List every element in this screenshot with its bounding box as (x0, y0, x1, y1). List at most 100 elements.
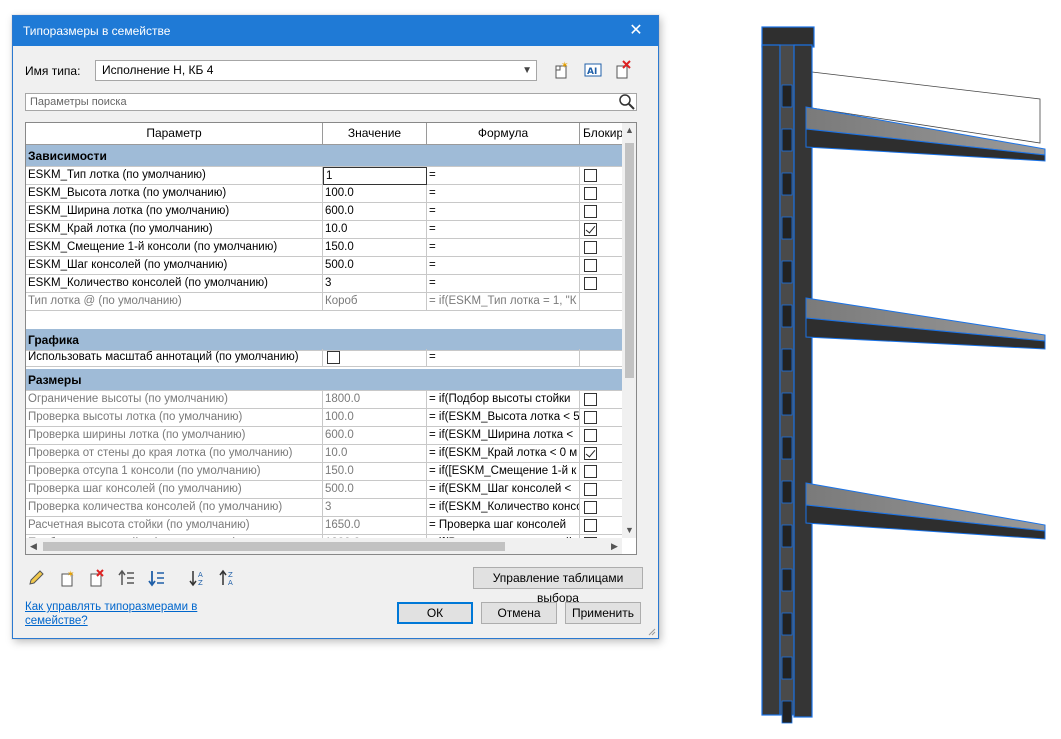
column-header-parameter[interactable]: Параметр (26, 123, 323, 145)
lock-cell[interactable] (580, 517, 622, 535)
formula-cell[interactable]: = if([ESKM_Смещение 1-й к (427, 463, 580, 481)
value-cell[interactable]: 500.0 (323, 257, 427, 275)
lock-checkbox[interactable] (584, 277, 597, 290)
new-type-icon[interactable]: ✶ (551, 60, 571, 80)
hscroll-thumb[interactable] (43, 542, 505, 551)
apply-button[interactable]: Применить (565, 602, 641, 624)
formula-cell[interactable]: = if(ESKM_Высота лотка < 5 (427, 409, 580, 427)
lock-checkbox[interactable] (584, 259, 597, 272)
scroll-thumb[interactable] (625, 143, 634, 378)
sort-ascending-icon[interactable]: A Z (189, 569, 209, 587)
scroll-down-icon[interactable]: ▼ (622, 523, 636, 538)
value-cell[interactable]: 10.0 (323, 445, 427, 463)
lock-cell[interactable] (580, 499, 622, 517)
value-cell[interactable]: 1650.0 (323, 517, 427, 535)
table-row[interactable]: Использовать масштаб аннотаций (по умолч… (26, 349, 622, 367)
formula-cell[interactable]: = (427, 349, 580, 367)
table-row[interactable]: Проверка количества консолей (по умолчан… (26, 499, 622, 517)
delete-type-icon[interactable] (613, 60, 633, 80)
formula-cell[interactable]: = if(ESKM_Количество консо (427, 499, 580, 517)
scroll-left-icon[interactable]: ◀ (26, 538, 41, 554)
table-row[interactable]: ESKM_Количество консолей (по умолчанию) 3… (26, 275, 622, 293)
lock-checkbox[interactable] (584, 465, 597, 478)
group-header-dependencies[interactable]: Зависимости (26, 145, 622, 167)
group-header-graphics[interactable]: Графика (26, 329, 622, 351)
formula-cell[interactable]: = (427, 275, 580, 293)
value-cell[interactable]: 100.0 (323, 185, 427, 203)
column-header-lock[interactable]: Блокир (580, 123, 623, 145)
lock-checkbox[interactable] (584, 519, 597, 532)
cancel-button[interactable]: Отмена (481, 602, 557, 624)
formula-cell[interactable]: = (427, 221, 580, 239)
lock-checkbox[interactable] (584, 169, 597, 182)
search-input[interactable]: Параметры поиска (25, 93, 637, 111)
lock-cell[interactable] (580, 427, 622, 445)
formula-cell[interactable]: = if(ESKM_Шаг консолей < (427, 481, 580, 499)
annotation-scale-checkbox[interactable] (327, 351, 340, 364)
value-cell[interactable]: 100.0 (323, 409, 427, 427)
rename-type-icon[interactable]: AI (583, 60, 603, 80)
table-row[interactable]: ESKM_Шаг консолей (по умолчанию) 500.0 = (26, 257, 622, 275)
table-row[interactable]: Проверка ширины лотка (по умолчанию) 600.… (26, 427, 622, 445)
lock-checkbox[interactable] (584, 447, 597, 460)
formula-cell[interactable]: = (427, 203, 580, 221)
lock-cell[interactable] (580, 409, 622, 427)
search-icon[interactable] (618, 93, 636, 111)
value-cell[interactable]: 10.0 (323, 221, 427, 239)
table-row[interactable]: Проверка шаг консолей (по умолчанию) 500.… (26, 481, 622, 499)
lock-cell[interactable] (580, 481, 622, 499)
lock-checkbox[interactable] (584, 223, 597, 236)
sort-descending-icon[interactable]: Z A (219, 569, 239, 587)
move-down-icon[interactable] (147, 569, 167, 587)
edit-parameter-icon[interactable] (27, 569, 47, 587)
close-button[interactable]: ✕ (614, 16, 658, 46)
column-header-formula[interactable]: Формула (427, 123, 580, 145)
column-header-value[interactable]: Значение (323, 123, 427, 145)
value-cell[interactable]: 3 (323, 499, 427, 517)
lock-checkbox[interactable] (584, 241, 597, 254)
table-row[interactable]: ESKM_Смещение 1-й консоли (по умолчанию)… (26, 239, 622, 257)
formula-cell[interactable]: = (427, 239, 580, 257)
value-cell[interactable]: 150.0 (323, 463, 427, 481)
model-3d-view[interactable] (740, 15, 1061, 725)
formula-cell[interactable]: = (427, 167, 580, 185)
lock-cell[interactable] (580, 203, 622, 221)
lock-cell[interactable] (580, 167, 622, 185)
lock-checkbox[interactable] (584, 187, 597, 200)
manage-lookup-tables-button[interactable]: Управление таблицами выбора (473, 567, 643, 605)
value-cell[interactable]: 600.0 (323, 203, 427, 221)
table-row[interactable]: Проверка отсупа 1 консоли (по умолчанию)… (26, 463, 622, 481)
table-row[interactable]: Ограничение высоты (по умолчанию) 1800.0 =… (26, 391, 622, 409)
horizontal-scrollbar[interactable]: ◀ ▶ (26, 538, 622, 554)
value-cell[interactable] (323, 349, 427, 367)
lock-cell[interactable] (580, 221, 622, 239)
formula-cell[interactable]: = if(ESKM_Тип лотка = 1, "К (427, 293, 580, 311)
scroll-up-icon[interactable]: ▲ (622, 123, 636, 138)
type-name-select[interactable]: Исполнение Н, КБ 4 ▼ (95, 60, 537, 81)
lock-checkbox[interactable] (584, 483, 597, 496)
value-cell[interactable]: 3 (323, 275, 427, 293)
new-parameter-icon[interactable]: ✶ (57, 569, 77, 587)
table-row[interactable]: Проверка от стены до края лотка (по умол… (26, 445, 622, 463)
lock-checkbox[interactable] (584, 411, 597, 424)
lock-checkbox[interactable] (584, 205, 597, 218)
formula-cell[interactable]: = if(ESKM_Край лотка < 0 м (427, 445, 580, 463)
delete-parameter-icon[interactable] (87, 569, 107, 587)
lock-cell[interactable] (580, 239, 622, 257)
vertical-scrollbar[interactable]: ▲ ▼ (622, 123, 636, 538)
table-row[interactable]: Проверка высоты лотка (по умолчанию) 100.… (26, 409, 622, 427)
value-cell[interactable]: 1 (323, 167, 427, 185)
lock-cell[interactable] (580, 445, 622, 463)
lock-checkbox[interactable] (584, 393, 597, 406)
formula-cell[interactable]: = (427, 185, 580, 203)
table-row[interactable]: ESKM_Край лотка (по умолчанию) 10.0 = (26, 221, 622, 239)
lock-checkbox[interactable] (584, 501, 597, 514)
table-row[interactable]: Расчетная высота стойки (по умолчанию) 16… (26, 517, 622, 535)
lock-cell[interactable] (580, 463, 622, 481)
table-row[interactable]: ESKM_Высота лотка (по умолчанию) 100.0 = (26, 185, 622, 203)
lock-checkbox[interactable] (584, 429, 597, 442)
value-cell[interactable]: 500.0 (323, 481, 427, 499)
table-row[interactable]: ESKM_Тип лотка (по умолчанию) 1 = (26, 167, 622, 185)
formula-cell[interactable]: = if(ESKM_Ширина лотка < (427, 427, 580, 445)
move-up-icon[interactable] (117, 569, 137, 587)
